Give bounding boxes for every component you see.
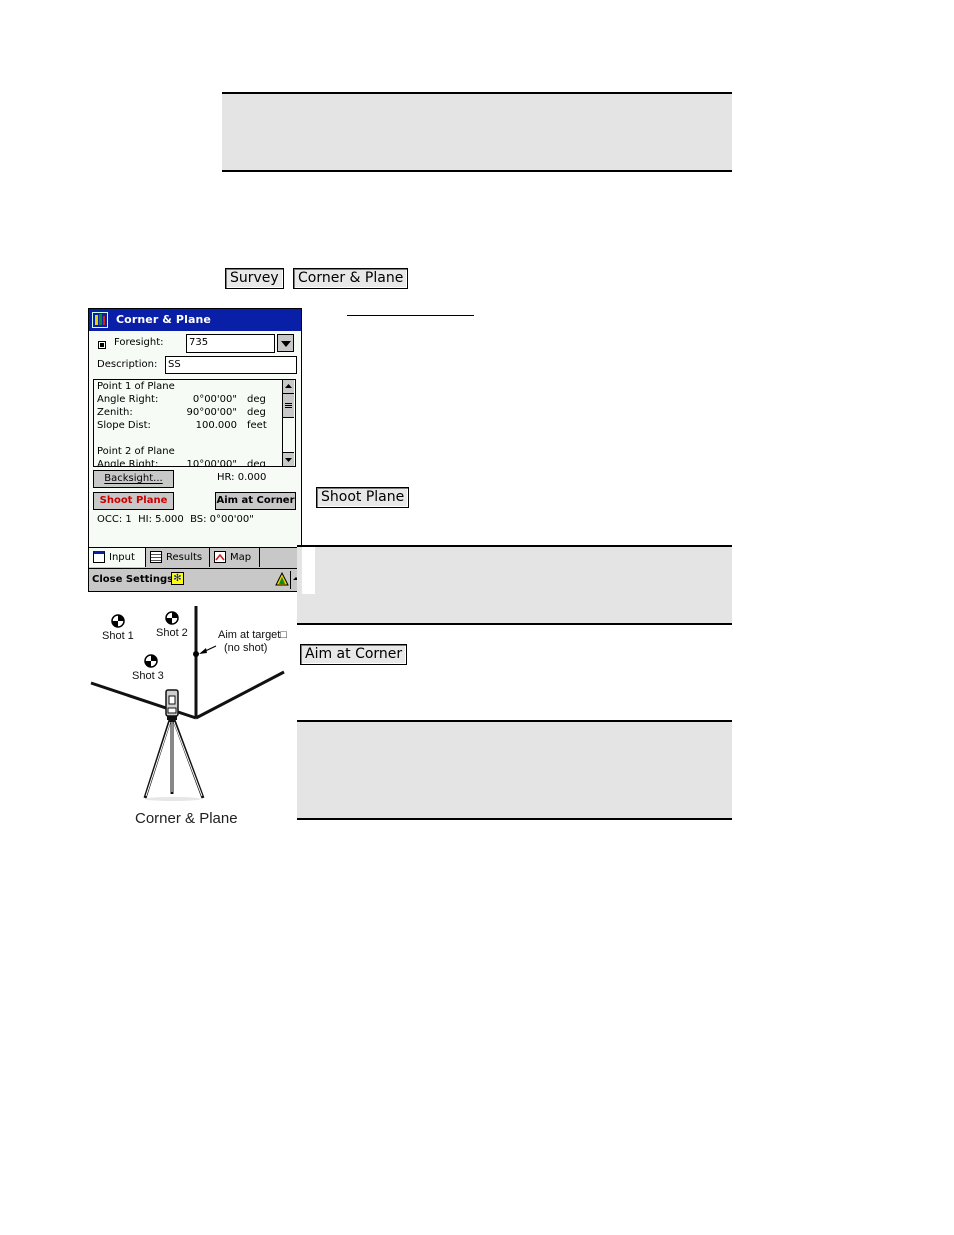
list-item-unit: deg xyxy=(247,394,266,405)
plane-points-list[interactable]: Point 1 of Plane Angle Right: 0°00'00" d… xyxy=(93,379,296,467)
settings-star-icon[interactable]: ✻ xyxy=(171,572,184,585)
total-station-icon xyxy=(165,689,179,720)
corner-plane-diagram: Aim at target□ (no shot) Shot 1 Shot 2 S… xyxy=(90,606,287,827)
shot-3-target-icon xyxy=(144,654,158,668)
aim-arrow-head xyxy=(199,648,207,654)
aim-annotation-line2: (no shot) xyxy=(224,642,267,654)
shot-2-target-icon xyxy=(165,611,179,625)
status-triangle-icon[interactable] xyxy=(275,571,289,586)
doc-aim-at-corner-button[interactable]: Aim at Corner xyxy=(300,644,408,665)
heading-underline xyxy=(347,315,474,316)
pda-screen: Corner & Plane Foresight: 735 Descriptio… xyxy=(88,308,302,592)
scroll-up-button[interactable] xyxy=(283,380,294,394)
list-scrollbar[interactable] xyxy=(282,380,295,466)
wall-right-line xyxy=(195,670,285,720)
list-item: Angle Right: 10°00'00" deg xyxy=(97,459,277,467)
shot-3-label: Shot 3 xyxy=(132,670,164,682)
pda-shadow-gap xyxy=(302,547,315,594)
foresight-input[interactable]: 735 xyxy=(186,334,275,353)
results-document-icon xyxy=(150,551,162,563)
list-item-unit: feet xyxy=(247,420,267,431)
list-item: Point 1 of Plane xyxy=(97,381,175,392)
note-box-top xyxy=(222,92,732,172)
tab-results-label: Results xyxy=(166,552,203,563)
breadcrumb-survey-button[interactable]: Survey xyxy=(225,268,284,289)
list-item-value: 10°00'00" xyxy=(186,459,237,467)
tripod-icon xyxy=(143,719,205,799)
shoot-plane-button-label: Shoot Plane xyxy=(99,495,168,506)
shot-1-target-icon xyxy=(111,614,125,628)
input-form-icon xyxy=(93,551,105,563)
list-item: Slope Dist: 100.000 feet xyxy=(97,420,277,431)
close-settings-menu[interactable]: Close Settings xyxy=(92,574,173,585)
list-item-label: Point 2 of Plane xyxy=(97,446,175,457)
breadcrumb-corner-plane-button[interactable]: Corner & Plane xyxy=(293,268,409,289)
list-item-value: 90°00'00" xyxy=(186,407,237,418)
list-item-label: Angle Right: xyxy=(97,394,159,405)
tab-map[interactable]: Map xyxy=(210,548,260,567)
app-logo-icon[interactable] xyxy=(92,312,108,328)
description-input[interactable]: SS xyxy=(165,356,297,374)
backsight-button[interactable]: Backsight... xyxy=(93,470,174,488)
tab-map-label: Map xyxy=(230,552,252,563)
menu-divider xyxy=(290,571,291,589)
shot-1-label: Shot 1 xyxy=(102,630,134,642)
note-box-middle xyxy=(297,545,732,625)
tab-results[interactable]: Results xyxy=(146,548,210,567)
description-label: Description: xyxy=(97,359,158,370)
list-item-label: Angle Right: xyxy=(97,459,159,467)
aim-at-corner-button-label: Aim at Corner xyxy=(216,495,295,506)
list-item-unit: deg xyxy=(247,459,266,467)
scroll-down-button[interactable] xyxy=(283,452,294,466)
list-item-value: 100.000 xyxy=(195,420,237,431)
foresight-dropdown-button[interactable] xyxy=(277,334,294,352)
list-item-value: 0°00'00" xyxy=(192,394,237,405)
list-item: Angle Right: 0°00'00" deg xyxy=(97,394,277,405)
list-item-label: Slope Dist: xyxy=(97,420,151,431)
foresight-bullet-icon xyxy=(98,341,106,349)
list-item-unit: deg xyxy=(247,407,266,418)
doc-shoot-plane-button[interactable]: Shoot Plane xyxy=(316,487,410,508)
tripod-shadow xyxy=(145,797,201,801)
shoot-plane-button[interactable]: Shoot Plane xyxy=(93,492,174,510)
aim-at-corner-button[interactable]: Aim at Corner xyxy=(215,492,296,510)
map-icon xyxy=(214,551,226,563)
scroll-thumb[interactable] xyxy=(283,394,294,418)
title-bar: Corner & Plane xyxy=(89,309,301,331)
list-item: Point 2 of Plane xyxy=(97,446,175,457)
window-title: Corner & Plane xyxy=(116,313,211,326)
tab-input[interactable]: Input xyxy=(89,548,146,567)
list-item: Zenith: 90°00'00" deg xyxy=(97,407,277,418)
aim-target-point xyxy=(193,651,199,657)
hr-readout: HR: 0.000 xyxy=(217,472,267,483)
diagram-caption: Corner & Plane xyxy=(135,810,238,827)
backsight-button-label: Backsight... xyxy=(104,473,163,484)
wall-left-line xyxy=(90,681,197,720)
foresight-label: Foresight: xyxy=(114,337,164,348)
note-box-bottom xyxy=(297,720,732,820)
station-status-line: OCC: 1 HI: 5.000 BS: 0°00'00" xyxy=(97,514,254,525)
shot-2-label: Shot 2 xyxy=(156,627,188,639)
tab-input-label: Input xyxy=(109,552,135,563)
menu-bar: Close Settings ✻ xyxy=(89,568,301,591)
tab-bar: Input Results Map xyxy=(89,547,301,568)
list-item-label: Zenith: xyxy=(97,407,133,418)
list-item-label: Point 1 of Plane xyxy=(97,381,175,392)
aim-annotation-line1: Aim at target□ xyxy=(218,629,287,641)
